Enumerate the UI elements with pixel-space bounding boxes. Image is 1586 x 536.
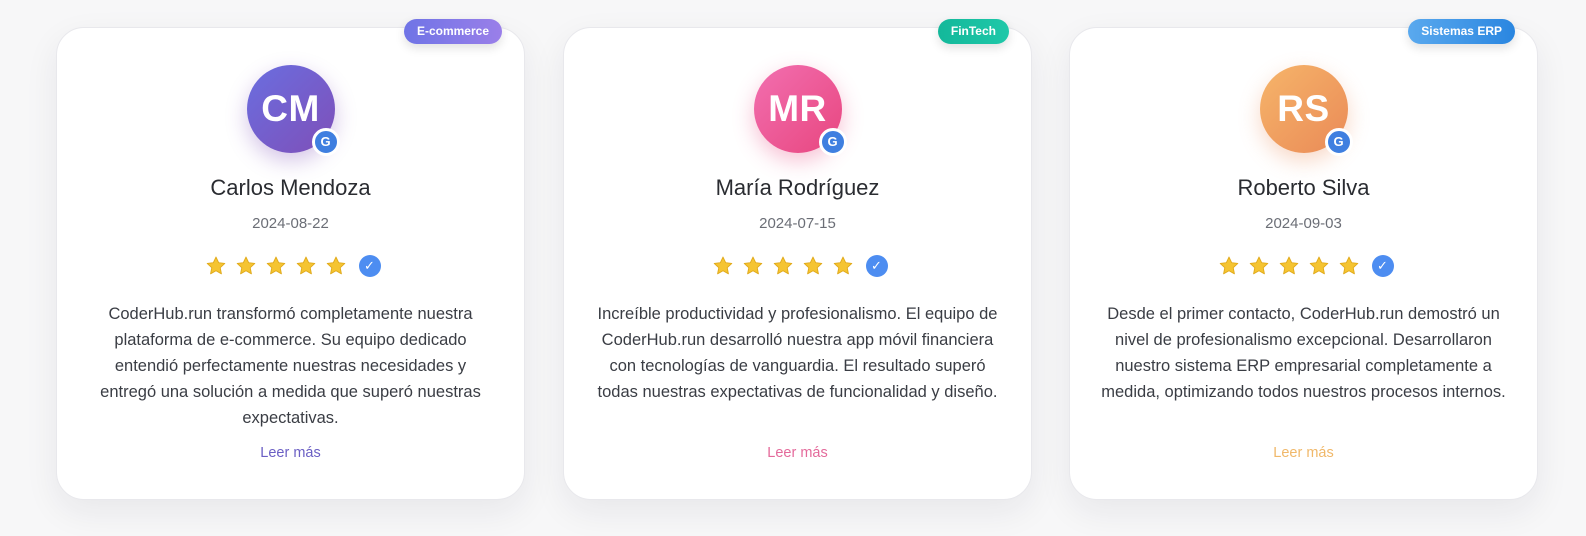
avatar: CM G	[246, 65, 340, 156]
review-text: Increíble productividad y profesionalism…	[597, 305, 998, 401]
google-icon: G	[1324, 128, 1353, 156]
review-date: 2024-07-15	[759, 215, 836, 232]
star-icon	[773, 256, 792, 275]
star-icon	[1309, 256, 1328, 275]
check-circle-icon: ✓	[358, 255, 381, 277]
google-icon: G	[818, 128, 847, 156]
category-tag: FinTech	[937, 19, 1009, 44]
star-icon	[1339, 256, 1358, 275]
testimonials-section: E-commerce CM G Carlos Mendoza 2024-08-2…	[0, 0, 1586, 536]
review-text: CoderHub.run transformó completamente nu…	[100, 305, 481, 427]
star-icon	[296, 256, 315, 275]
star-icon	[236, 256, 255, 275]
read-more-link[interactable]: Leer más	[1070, 445, 1537, 461]
star-icon	[1219, 256, 1238, 275]
review-date: 2024-08-22	[252, 215, 329, 232]
star-icon	[206, 256, 225, 275]
read-more-link[interactable]: Leer más	[564, 445, 1031, 461]
category-tag: Sistemas ERP	[1408, 19, 1515, 44]
category-tag: E-commerce	[403, 19, 502, 44]
star-icon	[1279, 256, 1298, 275]
reviewer-name: María Rodríguez	[715, 175, 880, 200]
star-rating: ✓	[564, 253, 1031, 279]
reviewer-name: Roberto Silva	[1237, 175, 1370, 200]
star-rating: ✓	[1070, 253, 1537, 279]
read-more-link[interactable]: Leer más	[57, 445, 524, 461]
review-date: 2024-09-03	[1265, 215, 1342, 232]
review-card: FinTech MR G María Rodríguez 2024-07-15 …	[563, 19, 1032, 500]
star-icon	[833, 256, 852, 275]
reviewer-name: Carlos Mendoza	[210, 175, 371, 200]
review-card: E-commerce CM G Carlos Mendoza 2024-08-2…	[56, 19, 525, 500]
review-text: Desde el primer contacto, CoderHub.run d…	[1101, 305, 1506, 401]
avatar: MR G	[753, 65, 847, 156]
star-icon	[326, 256, 345, 275]
check-circle-icon: ✓	[865, 255, 888, 277]
star-icon	[743, 256, 762, 275]
review-card: Sistemas ERP RS G Roberto Silva 2024-09-…	[1069, 19, 1538, 500]
star-icon	[1249, 256, 1268, 275]
star-icon	[803, 256, 822, 275]
check-circle-icon: ✓	[1371, 255, 1394, 277]
star-icon	[713, 256, 732, 275]
star-icon	[266, 256, 285, 275]
star-rating: ✓	[57, 253, 524, 279]
google-icon: G	[311, 128, 340, 156]
avatar: RS G	[1259, 65, 1353, 156]
